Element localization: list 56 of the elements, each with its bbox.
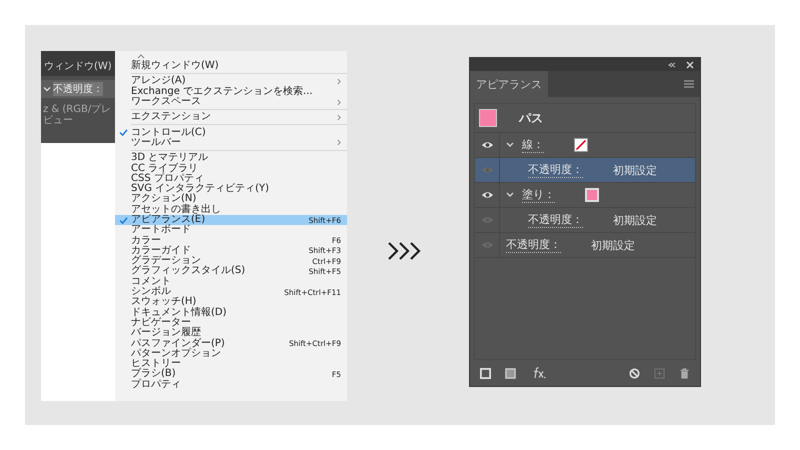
close-icon[interactable] [686,60,694,68]
eye-icon[interactable] [480,141,494,149]
appearance-row[interactable]: 塗り： [475,183,695,208]
trash-icon[interactable] [679,368,690,378]
menu-item[interactable]: 3D とマテリアル [115,153,347,164]
menu-item[interactable]: エクステンション [115,112,347,122]
menu-item[interactable]: ヒストリー [115,359,347,370]
no-stroke-swatch-icon[interactable] [574,138,588,152]
menu-item[interactable]: 新規ウィンドウ(W) [115,61,347,72]
square-icon[interactable] [480,368,491,378]
attribute-label[interactable]: 不透明度： [528,162,583,178]
menu-item[interactable]: パターンオプション [115,348,347,360]
menu-item[interactable]: Exchange でエクステンションを検索... [115,86,347,97]
no-sign-icon[interactable] [629,368,640,378]
menu-item[interactable]: スウォッチ(H) [115,297,347,308]
collapse-icon[interactable] [668,62,676,68]
object-label: パス [519,110,543,126]
check-icon [118,216,128,224]
mode-text: z & (RGB/プレビュー [42,104,112,126]
menu-item[interactable]: アレンジ(A) [115,76,347,87]
menu-item[interactable]: ナビゲーター [115,318,347,328]
menu-item[interactable]: プロパティ [115,380,347,390]
menu-item[interactable]: コメント [115,276,347,287]
filled-square-icon[interactable] [505,368,516,378]
scroll-up-icon[interactable] [137,54,145,59]
menu-item[interactable]: ドキュメント情報(D) [115,308,347,318]
menu-item[interactable]: CC ライブラリ [115,163,347,174]
menu-item[interactable]: ツールバー [115,138,347,148]
menu-item[interactable]: コントロール(C) [115,127,347,138]
menu-icon[interactable] [684,80,694,88]
chevrons-icon [387,241,423,261]
chevron-icon [43,85,51,93]
menu-item[interactable]: ワークスペース [115,96,347,108]
color-swatch[interactable] [585,188,599,202]
attribute-value: 初期設定 [591,238,635,252]
attribute-label[interactable]: 不透明度： [528,212,583,228]
panel-tab[interactable]: アピアランス [470,71,548,97]
menu-item[interactable]: アクション(N) [115,194,347,205]
opacity-label[interactable]: 不透明度： [53,82,103,96]
menu-item[interactable]: アートボード [115,225,347,236]
appearance-row[interactable]: 不透明度： 初期設定 [475,233,695,258]
appearance-row[interactable]: 不透明度： 初期設定 [475,158,695,183]
eye-icon[interactable] [480,191,494,199]
attribute-label[interactable]: 線： [522,137,544,153]
chevron-icon[interactable] [506,142,514,148]
attribute-value: 初期設定 [613,162,657,178]
appearance-row[interactable]: 不透明度： 初期設定 [475,208,695,233]
menu-item[interactable]: CSS プロパティ [115,174,347,184]
menu-item[interactable]: SVG インタラクティビティ(Y) [115,184,347,194]
attribute-label[interactable]: 塗り： [522,187,555,203]
menu-item[interactable]: バージョン履歴 [115,328,347,338]
chevron-icon[interactable] [506,192,514,198]
attribute-label[interactable]: 不透明度： [506,237,561,253]
check-icon [118,129,128,136]
menu-item[interactable]: アセットの書き出し [115,204,347,215]
attribute-value: 初期設定 [613,212,657,228]
